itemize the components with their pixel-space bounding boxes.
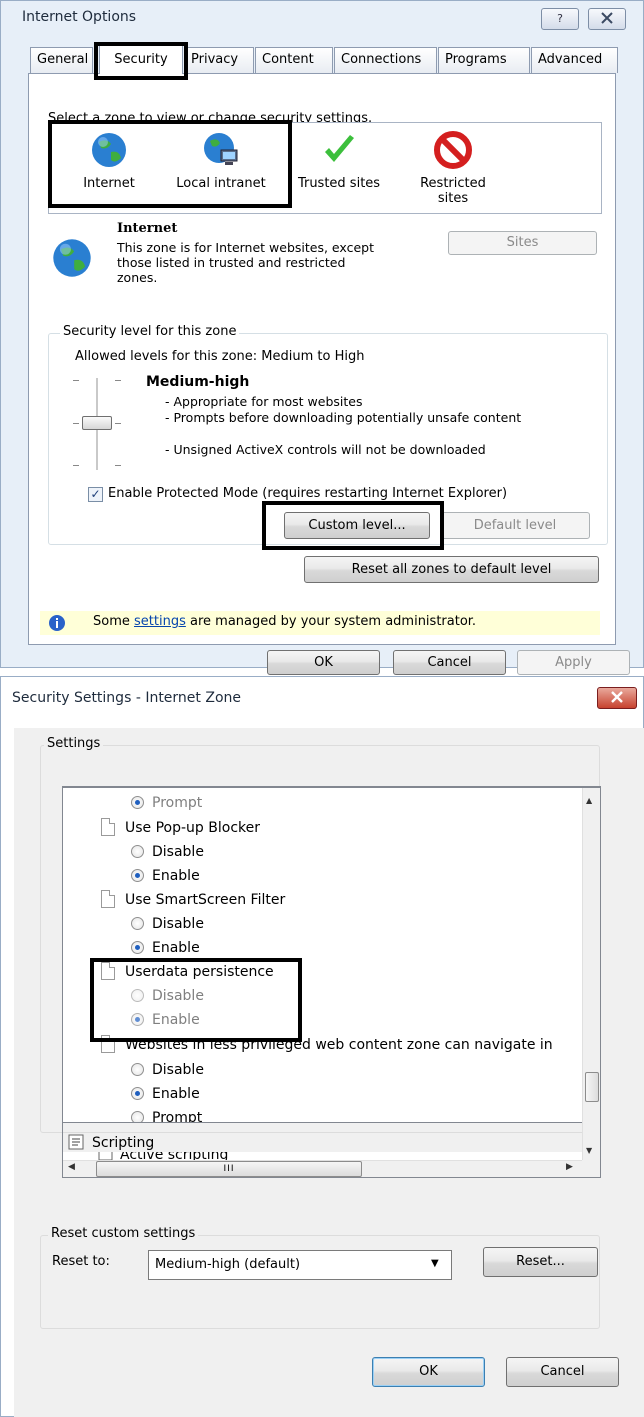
tab-general[interactable]: General <box>30 47 93 73</box>
security-level-caption: Security level for this zone <box>60 324 240 339</box>
tab-advanced[interactable]: Advanced <box>531 47 618 73</box>
admin-notice: Some settings are managed by your system… <box>93 614 476 629</box>
cancel-button[interactable]: Cancel <box>506 1357 619 1387</box>
default-level-button[interactable]: Default level <box>440 512 590 539</box>
scroll-down-arrow-icon[interactable]: ▼ <box>586 1146 592 1155</box>
tab-content[interactable]: Content <box>255 47 333 73</box>
tree-radio-option[interactable]: Prompt <box>131 1106 202 1122</box>
tree-subfolder[interactable]: Active scripting <box>98 1152 228 1160</box>
close-button[interactable] <box>588 8 626 30</box>
apply-button[interactable]: Apply <box>517 650 630 675</box>
document-icon <box>101 818 115 836</box>
ok-button[interactable]: OK <box>267 650 380 675</box>
radio-icon <box>131 869 144 882</box>
cancel-button[interactable]: Cancel <box>393 650 506 675</box>
annotation-box-security-tab <box>94 42 188 80</box>
globe-icon <box>53 239 91 277</box>
window-title: Security Settings - Internet Zone <box>12 690 241 706</box>
zone-label: Trusted sites <box>297 176 381 191</box>
slider-tick <box>115 423 121 424</box>
info-icon <box>49 615 65 631</box>
reset-to-label: Reset to: <box>52 1254 110 1269</box>
close-icon <box>611 691 623 703</box>
radio-icon <box>131 796 144 809</box>
tree-setting[interactable]: Use Pop-up Blocker <box>101 816 260 840</box>
vertical-scroll-thumb[interactable] <box>585 1072 599 1102</box>
reset-all-zones-button[interactable]: Reset all zones to default level <box>304 556 599 583</box>
tab-privacy[interactable]: Privacy <box>184 47 254 73</box>
tree-radio-option[interactable]: Enable <box>131 936 200 960</box>
zone-restricted-sites[interactable]: Restricted sites <box>398 130 508 206</box>
scroll-left-arrow-icon[interactable]: ◀ <box>68 1162 75 1172</box>
level-bullet: - Unsigned ActiveX controls will not be … <box>165 442 486 457</box>
level-bullet: - Prompts before downloading potentially… <box>165 410 522 425</box>
chevron-down-icon: ▼ <box>431 1258 439 1269</box>
document-icon <box>101 890 115 908</box>
tree-clipped-row: Active scripting <box>62 1152 582 1160</box>
sites-button[interactable]: Sites <box>448 231 597 255</box>
reset-custom-caption: Reset custom settings <box>48 1226 199 1241</box>
selected-zone-name: Internet <box>117 221 178 236</box>
slider-tick <box>115 465 121 466</box>
script-icon <box>98 1152 113 1160</box>
horizontal-scroll-thumb[interactable]: III <box>96 1161 362 1177</box>
protected-mode-checkbox[interactable]: ✓ <box>88 487 103 502</box>
slider-tick <box>73 380 79 381</box>
allowed-levels-text: Allowed levels for this zone: Medium to … <box>75 349 365 364</box>
radio-icon <box>131 941 144 954</box>
radio-icon <box>131 845 144 858</box>
settings-group-caption: Settings <box>44 736 104 751</box>
radio-icon <box>131 1087 144 1100</box>
annotation-box-zones <box>48 120 292 208</box>
red-prohibited-icon <box>434 131 472 169</box>
tree-radio-option[interactable]: Disable <box>131 1058 204 1082</box>
window-title: Internet Options <box>22 9 137 25</box>
level-bullet: - Appropriate for most websites <box>165 394 363 409</box>
reset-button[interactable]: Reset... <box>483 1247 598 1277</box>
security-level-name: Medium-high <box>146 374 250 390</box>
tree-radio-option[interactable]: Disable <box>131 912 204 936</box>
reset-to-select[interactable]: Medium-high (default) ▼ <box>148 1250 452 1280</box>
tree-setting[interactable]: Use SmartScreen Filter <box>101 888 285 912</box>
tree-radio-option[interactable]: Disable <box>131 840 204 864</box>
tab-programs[interactable]: Programs <box>438 47 530 73</box>
close-button[interactable] <box>597 687 637 709</box>
radio-icon <box>131 1063 144 1076</box>
zone-label: Restricted sites <box>420 176 486 206</box>
vertical-scrollbar[interactable] <box>582 788 600 1160</box>
tab-connections[interactable]: Connections <box>334 47 437 73</box>
settings-link[interactable]: settings <box>134 614 186 629</box>
help-button[interactable]: ? <box>541 8 579 30</box>
settings-tree[interactable]: Prompt Use Pop-up Blocker Disable Enable… <box>62 787 601 1123</box>
scripting-folder-icon <box>68 1134 84 1150</box>
security-level-slider-thumb[interactable] <box>82 416 112 430</box>
tree-radio-option[interactable]: Enable <box>131 864 200 888</box>
scroll-right-arrow-icon[interactable]: ▶ <box>566 1162 573 1172</box>
slider-tick <box>73 423 79 424</box>
selected-zone-description: This zone is for Internet websites, exce… <box>117 240 374 285</box>
zone-trusted-sites[interactable]: Trusted sites <box>284 130 394 191</box>
scroll-up-arrow-icon[interactable]: ▲ <box>586 796 592 805</box>
annotation-box-custom-level <box>262 501 444 550</box>
annotation-box-userdata-persistence <box>90 958 302 1042</box>
admin-notice-text: Some <box>93 614 130 629</box>
radio-icon <box>131 917 144 930</box>
admin-notice-text: are managed by your system administrator… <box>190 614 477 629</box>
ok-button[interactable]: OK <box>372 1357 485 1387</box>
reset-to-value: Medium-high (default) <box>155 1257 301 1272</box>
tree-radio-option[interactable]: Enable <box>131 1082 200 1106</box>
radio-icon <box>131 1111 144 1122</box>
close-icon <box>601 12 613 24</box>
tree-radio-option[interactable]: Prompt <box>131 791 202 815</box>
green-checkmark-icon <box>325 135 354 162</box>
slider-tick <box>73 465 79 466</box>
slider-tick <box>115 380 121 381</box>
protected-mode-label: Enable Protected Mode (requires restarti… <box>108 486 508 501</box>
